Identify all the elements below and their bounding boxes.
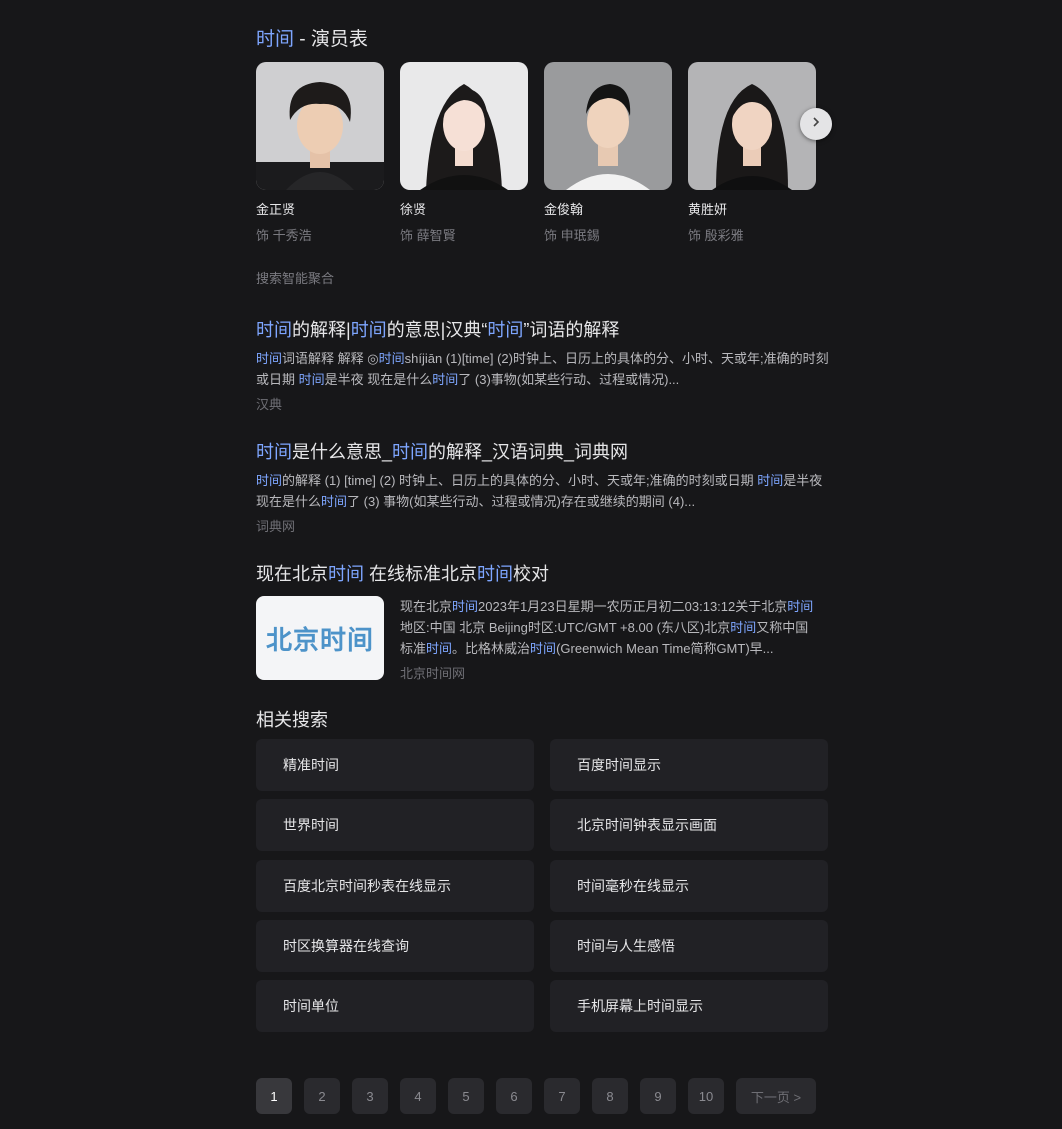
text-segment: 的解释| (292, 320, 351, 340)
actor-photo[interactable] (256, 62, 384, 190)
page-button[interactable]: 7 (544, 1078, 580, 1114)
keyword-highlight: 时间 (256, 473, 283, 488)
actor-role: 饰 殷彩雅 (688, 228, 744, 243)
result-thumbnail[interactable]: 北京时间 (256, 596, 384, 680)
text-segment: 是什么意思_ (292, 442, 393, 462)
text-segment: (Greenwich Mean Time简称GMT)早... (556, 641, 774, 656)
keyword-highlight: 时间 (350, 320, 387, 340)
cast-carousel: 金正贤 饰 千秀浩 徐贤 饰 薛智賢 金俊翰 饰 申珉錫 黄胜妍 饰 殷彩雅 (256, 62, 832, 244)
result-snippet: 时间词语解释 解释 ◎时间shíjiān (1)[time] (2)时钟上、日历… (256, 348, 832, 390)
text-segment: 的解释 (1) [time] (2) 时钟上、日历上的具体的分、小时、天或年;准… (282, 473, 758, 488)
keyword-highlight: 时间 (530, 641, 557, 656)
actor-name[interactable]: 金俊翰 (544, 199, 672, 218)
actor-role: 饰 薛智賢 (400, 228, 456, 243)
cast-section-title[interactable]: 时间 - 演员表 (256, 24, 368, 51)
chevron-right-icon (810, 115, 822, 133)
text-segment: 。比格林威治 (452, 641, 531, 656)
text-segment: 是半夜 现在是什么 (324, 372, 433, 387)
actor-photo[interactable] (544, 62, 672, 190)
text-segment: 的解释_汉语词典_词典网 (428, 442, 629, 462)
text-segment: 了 (3) 事物(如某些行动、过程或情况)存在或继续的期间 (4)... (347, 494, 696, 509)
cast-title-rest: - 演员表 (294, 29, 368, 50)
text-segment: ”词语的解释 (523, 320, 620, 340)
text-segment: 2023年1月23日星期一农历正月初二03:13:12关于北京 (478, 599, 788, 614)
actor-photo[interactable] (400, 62, 528, 190)
page-button[interactable]: 9 (640, 1078, 676, 1114)
text-segment: 校对 (513, 564, 550, 584)
related-search-item[interactable]: 北京时间钟表显示画面 (550, 799, 828, 851)
thumbnail-text: 北京时间 (265, 624, 374, 655)
page-button[interactable]: 2 (304, 1078, 340, 1114)
related-search-item[interactable]: 世界时间 (256, 799, 534, 851)
keyword-highlight: 时间 (432, 372, 459, 387)
actor-role: 饰 千秀浩 (256, 228, 312, 243)
page-button[interactable]: 10 (688, 1078, 724, 1114)
cast-card[interactable]: 金俊翰 饰 申珉錫 (544, 62, 672, 244)
keyword-highlight: 时间 (392, 442, 429, 462)
result-title-link[interactable]: 时间的解释|时间的意思|汉典“时间”词语的解释 (256, 316, 832, 342)
result-snippet: 时间的解释 (1) [time] (2) 时钟上、日历上的具体的分、小时、天或年… (256, 470, 832, 512)
carousel-next-button[interactable] (800, 108, 832, 140)
search-result: 时间是什么意思_时间的解释_汉语词典_词典网 时间的解释 (1) [time] … (256, 438, 832, 535)
related-search-item[interactable]: 时间与人生感悟 (550, 920, 828, 972)
related-search-item[interactable]: 百度时间显示 (550, 739, 828, 791)
keyword-highlight: 时间 (477, 564, 514, 584)
page-button[interactable]: 3 (352, 1078, 388, 1114)
text-segment: 在线标准北京 (364, 564, 478, 584)
result-title-link[interactable]: 时间是什么意思_时间的解释_汉语词典_词典网 (256, 438, 832, 464)
keyword-highlight: 时间 (378, 351, 405, 366)
keyword-highlight: 时间 (321, 494, 348, 509)
result-source[interactable]: 词典网 (256, 516, 832, 535)
actor-name[interactable]: 金正贤 (256, 199, 384, 218)
keyword-highlight: 时间 (452, 599, 479, 614)
aggregate-label: 搜索智能聚合 (256, 271, 335, 286)
cast-card[interactable]: 黄胜妍 饰 殷彩雅 (688, 62, 816, 244)
related-search-item[interactable]: 时区换算器在线查询 (256, 920, 534, 972)
keyword-highlight: 时间 (426, 641, 453, 656)
actor-name[interactable]: 黄胜妍 (688, 199, 816, 218)
cast-title-keyword: 时间 (256, 29, 295, 50)
text-segment: 地区:中国 北京 Beijing时区:UTC/GMT +8.00 (东八区)北京 (400, 620, 731, 635)
next-page-button[interactable]: 下一页 > (736, 1078, 816, 1114)
text-segment: 了 (3)事物(如某些行动、过程或情况)... (458, 372, 680, 387)
result-source[interactable]: 汉典 (256, 394, 832, 413)
text-segment: 现在北京 (256, 564, 328, 584)
page-button-current[interactable]: 1 (256, 1078, 292, 1114)
text-segment: 现在北京 (400, 599, 453, 614)
keyword-highlight: 时间 (256, 442, 292, 462)
result-title-link[interactable]: 现在北京时间 在线标准北京时间校对 (256, 560, 832, 586)
result-snippet: 现在北京时间2023年1月23日星期一农历正月初二03:13:12关于北京时间地… (400, 596, 816, 659)
related-search-item[interactable]: 时间单位 (256, 980, 534, 1032)
page-button[interactable]: 8 (592, 1078, 628, 1114)
page-button[interactable]: 4 (400, 1078, 436, 1114)
keyword-highlight: 时间 (328, 564, 364, 584)
actor-name[interactable]: 徐贤 (400, 199, 528, 218)
related-search-item[interactable]: 手机屏幕上时间显示 (550, 980, 828, 1032)
keyword-highlight: 时间 (787, 599, 814, 614)
keyword-highlight: 时间 (757, 473, 784, 488)
keyword-highlight: 时间 (298, 372, 325, 387)
keyword-highlight: 时间 (256, 320, 292, 340)
page-button[interactable]: 5 (448, 1078, 484, 1114)
keyword-highlight: 时间 (256, 351, 283, 366)
related-searches-title: 相关搜索 (256, 710, 328, 730)
actor-role: 饰 申珉錫 (544, 228, 600, 243)
actor-photo[interactable] (688, 62, 816, 190)
keyword-highlight: 时间 (487, 320, 524, 340)
related-search-item[interactable]: 时间毫秒在线显示 (550, 860, 828, 912)
text-segment: 词语解释 解释 ◎ (282, 351, 379, 366)
keyword-highlight: 时间 (730, 620, 757, 635)
cast-card[interactable]: 金正贤 饰 千秀浩 (256, 62, 384, 244)
related-search-item[interactable]: 精准时间 (256, 739, 534, 791)
search-result: 现在北京时间 在线标准北京时间校对 北京时间 现在北京时间2023年1月23日星… (256, 560, 832, 682)
page-button[interactable]: 6 (496, 1078, 532, 1114)
cast-card[interactable]: 徐贤 饰 薛智賢 (400, 62, 528, 244)
related-search-item[interactable]: 百度北京时间秒表在线显示 (256, 860, 534, 912)
result-source[interactable]: 北京时间网 (400, 663, 816, 682)
search-result: 时间的解释|时间的意思|汉典“时间”词语的解释 时间词语解释 解释 ◎时间shí… (256, 316, 832, 413)
text-segment: 的意思|汉典“ (386, 320, 488, 340)
